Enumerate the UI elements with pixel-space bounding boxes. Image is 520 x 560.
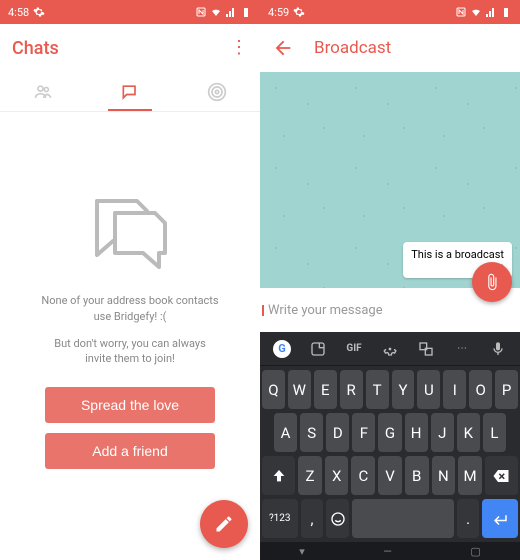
nav-recent-icon[interactable]: ▢ [470, 545, 480, 558]
spread-love-button[interactable]: Spread the love [45, 387, 215, 423]
key-n[interactable]: N [432, 456, 456, 495]
add-friend-button[interactable]: Add a friend [45, 433, 215, 469]
settings-icon[interactable] [378, 337, 402, 361]
key-q[interactable]: Q [262, 370, 285, 409]
gear-icon [293, 6, 305, 18]
key-m[interactable]: M [458, 456, 482, 495]
key-f[interactable]: F [352, 413, 375, 452]
backspace-icon [492, 467, 510, 485]
key-symbols[interactable]: ?123 [262, 499, 298, 538]
gear-icon [33, 6, 45, 18]
compose-fab[interactable] [200, 500, 248, 548]
wifi-icon [210, 6, 222, 18]
key-l[interactable]: L [483, 413, 506, 452]
key-j[interactable]: J [431, 413, 454, 452]
empty-text-1: None of your address book contacts use B… [40, 293, 220, 324]
chat-area[interactable]: This is a broadcast 18:59 [260, 72, 520, 288]
chat-icon [120, 82, 140, 102]
message-text: This is a broadcast [411, 248, 504, 261]
keyboard: G GIF ⋯ Q W E R T Y U I O P A S [260, 332, 520, 542]
key-u[interactable]: U [417, 370, 440, 409]
keyboard-row-2: A S D F G H J K L [262, 413, 518, 452]
mic-icon[interactable] [486, 337, 510, 361]
key-i[interactable]: I [443, 370, 466, 409]
appbar: Chats ⋮ [0, 24, 260, 72]
tab-broadcast[interactable] [173, 72, 260, 111]
key-backspace[interactable] [485, 456, 518, 495]
key-comma[interactable]: , [301, 499, 324, 538]
key-b[interactable]: B [405, 456, 429, 495]
signal-icon [485, 6, 497, 18]
people-icon [33, 82, 53, 102]
page-title: Chats [12, 38, 59, 59]
broadcast-screen: 4:59 Broadcast This is a broadcast 18:59… [260, 0, 520, 560]
wifi-icon [470, 6, 482, 18]
tab-chats[interactable] [87, 72, 174, 111]
broadcast-icon [207, 82, 227, 102]
emoji-icon [330, 511, 346, 527]
key-e[interactable]: E [314, 370, 337, 409]
key-z[interactable]: Z [298, 456, 322, 495]
key-k[interactable]: K [457, 413, 480, 452]
battery-icon [240, 6, 252, 18]
key-h[interactable]: H [405, 413, 428, 452]
key-c[interactable]: C [351, 456, 375, 495]
shift-icon [271, 468, 287, 484]
chats-screen: 4:58 Chats ⋮ [0, 0, 260, 560]
key-x[interactable]: X [325, 456, 349, 495]
key-g[interactable]: G [378, 413, 401, 452]
time-label: 4:58 [8, 6, 29, 19]
pencil-icon [214, 514, 234, 534]
empty-chat-icon [85, 193, 175, 277]
key-space[interactable] [352, 499, 453, 538]
more-icon[interactable]: ⋯ [450, 337, 474, 361]
tabs [0, 72, 260, 112]
enter-icon [491, 510, 509, 528]
google-icon[interactable]: G [270, 337, 294, 361]
paperclip-icon [483, 273, 501, 291]
more-menu-icon[interactable]: ⋮ [230, 39, 248, 57]
key-p[interactable]: P [495, 370, 518, 409]
key-v[interactable]: V [378, 456, 402, 495]
key-d[interactable]: D [326, 413, 349, 452]
sticker-icon[interactable] [306, 337, 330, 361]
keyboard-row-4: ?123 , . [262, 499, 518, 538]
gif-button[interactable]: GIF [342, 337, 366, 361]
appbar: Broadcast [260, 24, 520, 72]
page-title: Broadcast [314, 38, 391, 58]
keyboard-row-3: Z X C V B N M [262, 456, 518, 495]
key-w[interactable]: W [288, 370, 311, 409]
nav-home-icon[interactable]: ― [383, 545, 392, 558]
empty-state: None of your address book contacts use B… [0, 112, 260, 560]
tab-contacts[interactable] [0, 72, 87, 111]
status-bar: 4:58 [0, 0, 260, 24]
key-period[interactable]: . [457, 499, 480, 538]
nav-down-icon[interactable]: ▾ [299, 545, 305, 558]
input-bar: Write your message [260, 288, 520, 332]
signal-icon [225, 6, 237, 18]
time-label: 4:59 [268, 6, 289, 19]
back-arrow-icon[interactable] [272, 37, 294, 59]
status-bar: 4:59 [260, 0, 520, 24]
nfc-icon [195, 6, 207, 18]
nfc-icon [455, 6, 467, 18]
key-a[interactable]: A [274, 413, 297, 452]
key-o[interactable]: O [469, 370, 492, 409]
message-input[interactable]: Write your message [268, 303, 512, 318]
key-t[interactable]: T [366, 370, 389, 409]
key-s[interactable]: S [300, 413, 323, 452]
key-r[interactable]: R [340, 370, 363, 409]
translate-icon[interactable] [414, 337, 438, 361]
key-y[interactable]: Y [392, 370, 415, 409]
key-shift[interactable] [262, 456, 295, 495]
battery-icon [500, 6, 512, 18]
keyboard-row-1: Q W E R T Y U I O P [262, 370, 518, 409]
key-enter[interactable] [482, 499, 518, 538]
key-emoji[interactable] [326, 499, 349, 538]
keyboard-suggestion-bar: G GIF ⋯ [260, 332, 520, 366]
empty-text-2: But don't worry, you can always invite t… [40, 336, 220, 367]
nav-bar: ▾ ― ▢ [260, 542, 520, 560]
attach-fab[interactable] [472, 262, 512, 302]
